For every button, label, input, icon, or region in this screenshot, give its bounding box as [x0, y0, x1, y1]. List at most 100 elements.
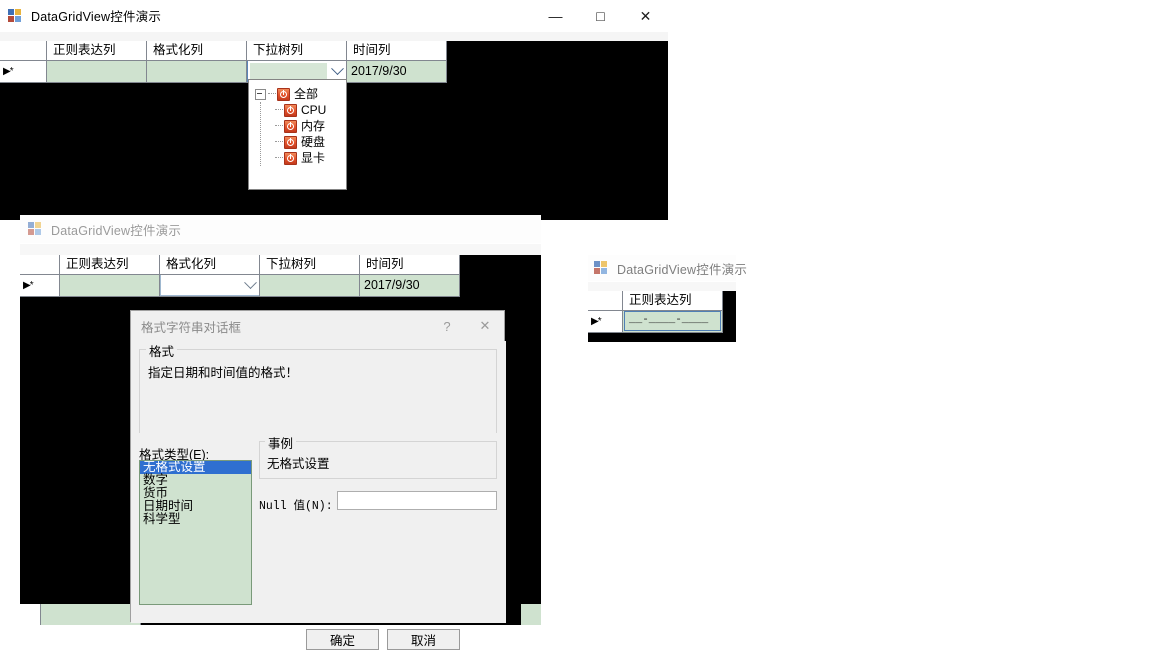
- row-header-newrow[interactable]: ▶*: [0, 61, 47, 83]
- row-header-newrow[interactable]: ▶*: [588, 311, 623, 333]
- null-value-input[interactable]: [337, 491, 497, 510]
- close-icon: ✕: [479, 318, 491, 333]
- third-grid-new-row[interactable]: ▶* __-____-____: [588, 311, 736, 333]
- cell-format[interactable]: [160, 275, 260, 297]
- tree-dropdown-button[interactable]: [329, 61, 346, 81]
- format-string-dialog: 格式字符串对话框 ? ✕ 格式 指定日期和时间值的格式！ 格式类型(E): 无格…: [130, 310, 506, 650]
- regex-masked-input[interactable]: __-____-____: [624, 311, 721, 331]
- third-datagridview[interactable]: 正则表达列 ▶* __-____-____: [588, 291, 736, 342]
- close-button[interactable]: ✕: [623, 0, 668, 31]
- cell-regex[interactable]: __-____-____: [623, 311, 723, 333]
- grid-select-all-corner[interactable]: [20, 255, 60, 275]
- power-node-icon: [277, 87, 290, 101]
- column-header-format[interactable]: 格式化列: [147, 41, 247, 61]
- third-window: DataGridView控件演示 正则表达列 ▶* __-____-____: [588, 255, 747, 342]
- tree-node-disk[interactable]: 硬盘: [275, 134, 346, 150]
- cell-format[interactable]: [147, 61, 247, 83]
- null-value-label: Null 值(N):: [259, 500, 333, 513]
- tree-connector: [268, 93, 276, 95]
- column-header-regex[interactable]: 正则表达列: [623, 291, 723, 311]
- second-grid-header-row: 正则表达列 格式化列 下拉树列 时间列: [20, 255, 541, 275]
- tree-connector: [275, 157, 283, 159]
- ok-button[interactable]: 确定: [306, 629, 379, 650]
- cell-regex[interactable]: [60, 275, 160, 297]
- tree-connector: [275, 125, 283, 127]
- tree-dropdown-value[interactable]: [250, 63, 327, 79]
- minimize-icon: —: [548, 7, 563, 24]
- app-icon: [8, 8, 24, 24]
- second-grid-new-row[interactable]: ▶* 2017/9/30: [20, 275, 541, 297]
- second-window-titlebar: DataGridView控件演示: [20, 215, 541, 244]
- format-description: 指定日期和时间值的格式！: [148, 366, 299, 380]
- close-icon: ✕: [639, 7, 652, 24]
- main-datagridview[interactable]: 正则表达列 格式化列 下拉树列 时间列 ▶* 2017/9/30 全部 CPU …: [0, 41, 668, 220]
- tree-node-gpu-label: 显卡: [301, 150, 326, 165]
- format-dropdown-editor[interactable]: [160, 275, 259, 296]
- dialog-title: 格式字符串对话框: [141, 320, 242, 335]
- list-item-scientific[interactable]: 科学型: [140, 513, 251, 526]
- main-grid-header-row: 正则表达列 格式化列 下拉树列 时间列: [0, 41, 668, 61]
- format-group-title: 格式: [146, 341, 178, 360]
- dialog-body: 格式 指定日期和时间值的格式！ 格式类型(E): 无格式设置 数字 货币 日期时…: [131, 341, 506, 650]
- cell-time[interactable]: 2017/9/30: [347, 61, 447, 83]
- maximize-button[interactable]: □: [578, 0, 623, 31]
- grid-select-all-corner[interactable]: [0, 41, 47, 61]
- chevron-down-icon: [244, 275, 257, 289]
- tree-node-root[interactable]: 全部: [255, 86, 346, 102]
- main-window-titlebar: DataGridView控件演示 — □ ✕: [0, 0, 668, 32]
- maximize-icon: □: [596, 7, 605, 24]
- new-row-marker: ▶*: [3, 66, 14, 77]
- second-window-title: DataGridView控件演示: [51, 223, 182, 238]
- app-icon: [594, 260, 610, 276]
- cell-tree[interactable]: [260, 275, 360, 297]
- column-header-tree[interactable]: 下拉树列: [260, 255, 360, 275]
- format-dropdown-value[interactable]: [163, 277, 240, 293]
- main-window-controls: — □ ✕: [533, 0, 668, 31]
- tree-dropdown-popup[interactable]: 全部 CPU 内存 硬盘 显卡: [248, 79, 347, 190]
- cancel-button-label: 取消: [410, 634, 436, 648]
- ok-button-label: 确定: [329, 634, 355, 648]
- new-row-marker: ▶*: [23, 280, 34, 291]
- tree-children: CPU 内存 硬盘 显卡: [255, 102, 346, 166]
- sample-group-title: 事例: [265, 433, 297, 452]
- column-header-time[interactable]: 时间列: [347, 41, 447, 61]
- app-icon: [28, 221, 44, 237]
- main-window-title: DataGridView控件演示: [31, 10, 162, 24]
- row-header-newrow[interactable]: ▶*: [20, 275, 60, 297]
- power-node-icon: [284, 119, 297, 133]
- format-dropdown-button[interactable]: [242, 275, 259, 295]
- power-node-icon: [284, 135, 297, 149]
- cell-regex[interactable]: [47, 61, 147, 83]
- tree-node-root-label: 全部: [294, 86, 319, 101]
- sample-group: 事例 无格式设置: [259, 433, 497, 479]
- column-header-time[interactable]: 时间列: [360, 255, 460, 275]
- third-window-title: DataGridView控件演示: [617, 262, 748, 277]
- grid-select-all-corner[interactable]: [588, 291, 623, 311]
- format-type-listbox[interactable]: 无格式设置 数字 货币 日期时间 科学型: [139, 460, 252, 605]
- column-header-regex[interactable]: 正则表达列: [47, 41, 147, 61]
- format-group: 格式 指定日期和时间值的格式！: [139, 341, 497, 433]
- tree-connector: [275, 141, 283, 143]
- column-header-tree[interactable]: 下拉树列: [247, 41, 347, 61]
- tree-node-gpu[interactable]: 显卡: [275, 150, 346, 166]
- minimize-button[interactable]: —: [533, 0, 578, 31]
- cell-time[interactable]: 2017/9/30: [360, 275, 460, 297]
- column-header-format[interactable]: 格式化列: [160, 255, 260, 275]
- dialog-window-controls: ? ✕: [428, 311, 504, 341]
- tree-node-cpu[interactable]: CPU: [275, 102, 346, 118]
- tree-node-cpu-label: CPU: [301, 102, 327, 117]
- dialog-titlebar: 格式字符串对话框 ? ✕: [131, 311, 504, 341]
- third-grid-header-row: 正则表达列: [588, 291, 736, 311]
- cancel-button[interactable]: 取消: [387, 629, 460, 650]
- power-node-icon: [284, 151, 297, 165]
- third-window-titlebar: DataGridView控件演示: [588, 255, 747, 282]
- tree-node-memory[interactable]: 内存: [275, 118, 346, 134]
- dialog-close-button[interactable]: ✕: [466, 311, 504, 341]
- question-mark-icon: ?: [443, 318, 451, 334]
- help-button[interactable]: ?: [428, 311, 466, 341]
- column-header-regex[interactable]: 正则表达列: [60, 255, 160, 275]
- tree-node-memory-label: 内存: [301, 118, 326, 133]
- collapse-expander-icon[interactable]: [255, 88, 266, 100]
- power-node-icon: [284, 103, 297, 117]
- new-row-marker: ▶*: [591, 316, 602, 327]
